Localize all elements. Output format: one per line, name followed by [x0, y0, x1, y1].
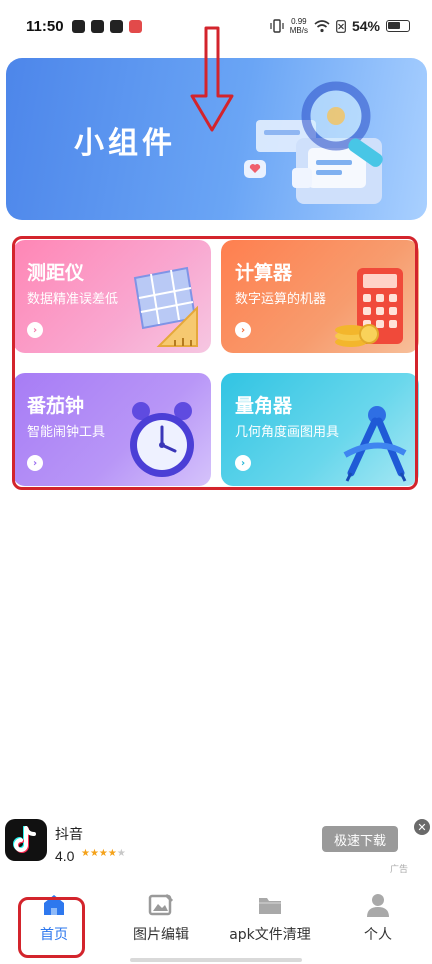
status-time: 11:50 — [26, 17, 64, 35]
ad-rating: 4.0 — [55, 848, 75, 864]
notification-app-icon — [71, 19, 85, 33]
notification-app-icon — [109, 19, 123, 33]
vibrate-icon — [270, 19, 284, 33]
net-speed-value: 0.99 — [291, 17, 307, 26]
notification-app-icon — [128, 19, 142, 33]
nav-label: 图片编辑 — [133, 927, 189, 943]
nav-item-image-edit[interactable]: 图片编辑 — [123, 892, 199, 952]
gesture-bar[interactable] — [130, 958, 302, 962]
douyin-app-icon — [5, 819, 47, 861]
status-notification-icons — [71, 19, 142, 33]
sim-off-icon — [336, 19, 346, 33]
ad-download-button[interactable]: 极速下载 — [322, 826, 398, 852]
net-speed-unit: MB/s — [289, 26, 308, 35]
nav-item-apk-cleanup[interactable]: apk文件清理 — [222, 892, 318, 952]
ad-tag: 广告 — [390, 865, 409, 875]
annotation-frame-home — [18, 897, 85, 958]
rating-stars-icon: ★★★★★ — [81, 848, 126, 859]
magnifier-illustration — [244, 81, 383, 204]
wifi-icon — [314, 20, 330, 33]
person-icon — [364, 892, 392, 918]
status-right: 0.99 MB/s 54% — [270, 17, 410, 35]
nav-item-profile[interactable]: 个人 — [356, 892, 400, 952]
nav-label: 个人 — [364, 927, 392, 943]
folder-icon — [256, 892, 284, 918]
image-edit-icon — [147, 892, 175, 918]
ad-app-name: 抖音 — [55, 827, 83, 843]
battery-icon — [386, 20, 410, 32]
battery-percent: 54% — [351, 18, 380, 34]
notification-app-icon — [90, 19, 104, 33]
close-icon[interactable]: ✕ — [414, 819, 430, 835]
annotation-frame-widgets — [12, 236, 418, 490]
banner-title: 小组件 — [74, 126, 176, 161]
ad-banner[interactable]: 抖音 4.0 ★★★★★ 极速下载 ✕ 广告 — [0, 812, 432, 880]
net-speed: 0.99 MB/s — [290, 17, 308, 35]
annotation-arrow-icon — [190, 26, 234, 132]
nav-label: apk文件清理 — [229, 927, 311, 943]
